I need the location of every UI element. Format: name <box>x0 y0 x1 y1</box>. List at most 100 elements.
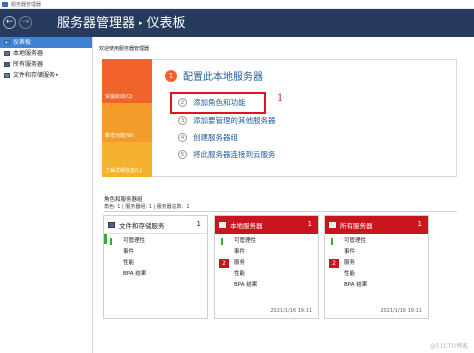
card-row-manageability[interactable]: 可管理性 <box>104 236 207 247</box>
role-card-local-server[interactable]: 本地服务器 1 可管理性 事件 2 服务 性能 BPA 结果 2021/1/16 … <box>214 215 319 319</box>
status-ok-icon <box>110 238 112 245</box>
card-timestamp: 2021/1/16 19:11 <box>380 308 422 314</box>
sidebar-item-dashboard[interactable]: 仪表板 <box>0 37 92 48</box>
alert-count-badge: 2 <box>219 259 229 268</box>
row-label: 事件 <box>234 249 246 255</box>
welcome-title: 欢迎使用服务器管理器 <box>99 46 150 52</box>
whats-new-tab-label: 新增功能(W) <box>105 133 134 139</box>
back-button[interactable]: ← <box>3 16 16 29</box>
breadcrumb-separator-icon: ▸ <box>139 19 143 27</box>
sidebar-item-label: 本地服务器 <box>13 50 44 57</box>
sidebar-item-file-storage[interactable]: 文件和存储服务 ▸ <box>0 70 92 81</box>
step-number: 4 <box>178 133 187 142</box>
row-label: BPA 结果 <box>123 271 147 277</box>
sidebar-item-local-server[interactable]: 本地服务器 <box>0 48 92 59</box>
connect-cloud-step[interactable]: 5 将此服务器连接到云服务 <box>178 149 276 160</box>
row-label: 可管理性 <box>344 238 367 244</box>
server-manager-app-icon <box>2 2 8 7</box>
card-row-events[interactable]: 事件 <box>325 247 428 258</box>
add-other-servers-link[interactable]: 添加要管理的其他服务器 <box>193 115 276 126</box>
sidebar-item-label: 文件和存储服务 <box>13 72 56 79</box>
row-label: 可管理性 <box>123 238 146 244</box>
quickstart-tab[interactable]: 快速启动(Q) <box>102 59 152 103</box>
status-ok-icon <box>221 238 223 245</box>
card-header[interactable]: 文件和存储服务 1 <box>104 216 207 234</box>
card-row-performance[interactable]: 性能 <box>215 269 318 280</box>
forward-button[interactable]: → <box>19 16 32 29</box>
watermark: @51CTO博客 <box>429 343 468 350</box>
learn-more-tab[interactable]: 了解详细信息(L) <box>102 142 152 177</box>
roles-groups-title: 角色和服务器组 <box>104 197 143 203</box>
storage-icon <box>4 73 10 78</box>
card-header[interactable]: 所有服务器 1 <box>325 216 428 234</box>
card-row-services[interactable]: 2 服务 <box>215 258 318 269</box>
roles-groups-summary: 角色: 1 | 服务器组: 1 | 服务器总数: 1 <box>104 203 190 210</box>
server-icon <box>4 51 10 56</box>
card-timestamp: 2021/1/16 19:11 <box>270 308 312 314</box>
expand-arrow-icon[interactable]: ▸ <box>56 70 59 81</box>
row-label: 事件 <box>344 249 356 255</box>
row-label: 服务 <box>234 260 246 266</box>
card-row-performance[interactable]: 性能 <box>325 269 428 280</box>
breadcrumb-root[interactable]: 服务器管理器 <box>57 16 135 31</box>
whats-new-tab[interactable]: 新增功能(W) <box>102 103 152 142</box>
row-label: 性能 <box>234 271 246 277</box>
create-server-group-link[interactable]: 创建服务器组 <box>193 132 238 143</box>
window-title: 服务器管理器 <box>11 2 42 8</box>
breadcrumb: 服务器管理器 ▸ 仪表板 <box>57 15 186 31</box>
card-title: 所有服务器 <box>340 222 373 230</box>
step-number-badge: 1 <box>165 69 177 82</box>
servers-icon <box>4 62 10 67</box>
summary-text: 角色: 1 | 服务器组: 1 | 服务器总数: <box>104 204 184 210</box>
sidebar-item-label: 所有服务器 <box>13 61 44 68</box>
card-row-bpa[interactable]: BPA 结果 <box>325 280 428 291</box>
card-count: 1 <box>196 220 201 228</box>
step-number: 5 <box>178 150 187 159</box>
row-label: BPA 结果 <box>234 282 258 288</box>
row-label: 性能 <box>123 260 135 266</box>
configure-local-server-step[interactable]: 1 配置此本地服务器 <box>165 68 263 83</box>
window-titlebar: 服务器管理器 <box>0 0 474 9</box>
quickstart-tab-label: 快速启动(Q) <box>105 94 133 100</box>
configure-local-server-link[interactable]: 配置此本地服务器 <box>183 68 263 83</box>
card-row-events[interactable]: 事件 <box>215 247 318 258</box>
create-server-group-step[interactable]: 4 创建服务器组 <box>178 132 238 143</box>
dashboard-icon <box>4 40 10 45</box>
row-label: 服务 <box>344 260 356 266</box>
card-row-bpa[interactable]: BPA 结果 <box>104 269 207 280</box>
row-label: 性能 <box>344 271 356 277</box>
card-row-events[interactable]: 事件 <box>104 247 207 258</box>
annotation-highlight-box <box>170 92 266 114</box>
status-ok-icon <box>331 238 333 245</box>
row-label: 事件 <box>123 249 135 255</box>
step-number: 3 <box>178 116 187 125</box>
card-title: 文件和存储服务 <box>119 221 165 230</box>
annotation-number: 1 <box>277 93 284 104</box>
connect-cloud-link[interactable]: 将此服务器连接到云服务 <box>193 149 276 160</box>
servers-icon <box>329 222 336 228</box>
summary-count: 1 <box>186 204 190 210</box>
breadcrumb-current: 仪表板 <box>146 16 186 31</box>
card-header[interactable]: 本地服务器 1 <box>215 216 318 234</box>
card-row-manageability[interactable]: 可管理性 <box>215 236 318 247</box>
add-other-servers-step[interactable]: 3 添加要管理的其他服务器 <box>178 115 276 126</box>
sidebar-item-label: 仪表板 <box>13 39 32 46</box>
server-icon <box>219 222 226 228</box>
role-card-file-storage[interactable]: 文件和存储服务 1 可管理性 事件 性能 BPA 结果 <box>103 215 208 319</box>
alert-count-badge: 2 <box>329 259 339 268</box>
card-row-services[interactable]: 2 服务 <box>325 258 428 269</box>
card-row-bpa[interactable]: BPA 结果 <box>215 280 318 291</box>
sidebar: 仪表板 本地服务器 所有服务器 文件和存储服务 ▸ <box>0 37 93 353</box>
row-label: BPA 结果 <box>344 282 368 288</box>
card-row-performance[interactable]: 性能 <box>104 258 207 269</box>
card-row-manageability[interactable]: 可管理性 <box>325 236 428 247</box>
row-label: 可管理性 <box>234 238 257 244</box>
card-title: 本地服务器 <box>230 222 263 230</box>
role-card-all-servers[interactable]: 所有服务器 1 可管理性 事件 2 服务 性能 BPA 结果 2021/1/16 … <box>324 215 429 319</box>
header-bar: ← → 服务器管理器 ▸ 仪表板 <box>0 9 474 37</box>
sidebar-item-all-servers[interactable]: 所有服务器 <box>0 59 92 70</box>
learn-more-tab-label: 了解详细信息(L) <box>105 168 142 174</box>
card-count: 1 <box>307 220 312 228</box>
divider <box>104 211 457 212</box>
storage-icon <box>108 221 115 228</box>
